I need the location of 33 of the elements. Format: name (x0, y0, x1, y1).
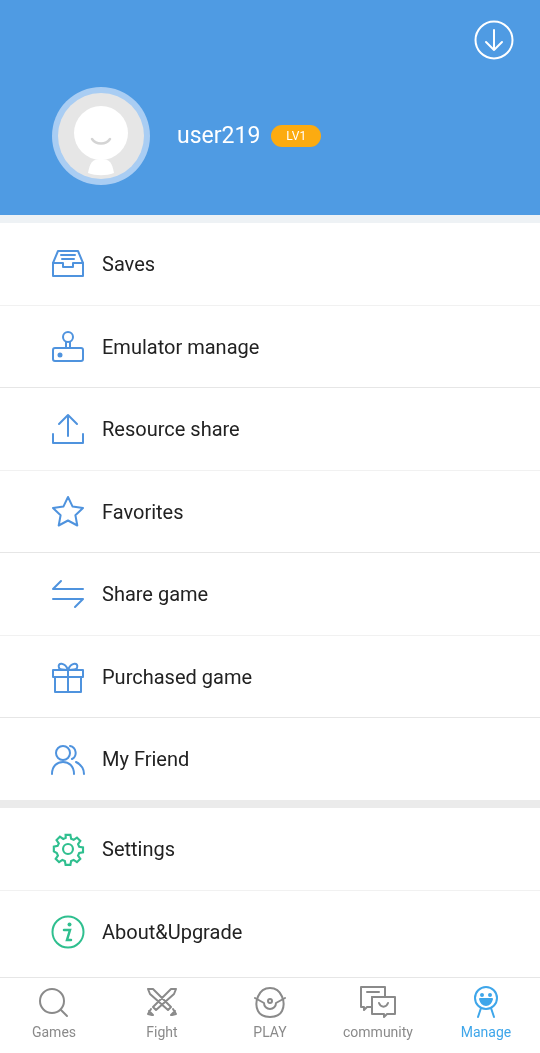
menu-item[interactable]: Resource share (0, 388, 540, 470)
menu-label: Settings (102, 836, 176, 863)
menu-label: Resource share (102, 416, 240, 443)
swap-icon (51, 579, 85, 609)
chat-bubbles-icon (359, 985, 397, 1019)
level-badge: LV1 (271, 125, 322, 147)
menu-label: About&Upgrade (102, 918, 243, 946)
info-icon (51, 914, 85, 949)
menu-label: My Friend (102, 746, 190, 773)
crossed-swords-icon (145, 987, 179, 1019)
menu-label: Share game (102, 581, 209, 608)
settings-icon (51, 832, 85, 866)
menu-item[interactable]: Share game (0, 553, 540, 635)
menu-label: Purchased game (102, 663, 253, 691)
download-button[interactable] (474, 20, 514, 60)
menu-label: Favorites (102, 498, 184, 526)
joystick-icon (51, 329, 85, 364)
nav-tab[interactable]: Fight (108, 978, 216, 1053)
people-icon (50, 743, 86, 775)
menu-item[interactable]: Settings (0, 808, 540, 890)
menu-item[interactable]: About&Upgrade (0, 890, 540, 972)
nav-tab[interactable]: Games (0, 978, 108, 1053)
upload-icon (51, 412, 85, 446)
star-icon (51, 494, 85, 529)
menu-item[interactable]: Saves (0, 223, 540, 305)
menu-item[interactable]: My Friend (0, 718, 540, 800)
tray-icon (51, 249, 85, 279)
search-icon (38, 987, 70, 1019)
menu-label: Saves (102, 251, 156, 278)
nav-tab[interactable]: community (324, 978, 432, 1053)
menu-label: Emulator manage (102, 333, 260, 361)
avatar[interactable] (52, 87, 150, 185)
username: user219 (177, 120, 261, 151)
